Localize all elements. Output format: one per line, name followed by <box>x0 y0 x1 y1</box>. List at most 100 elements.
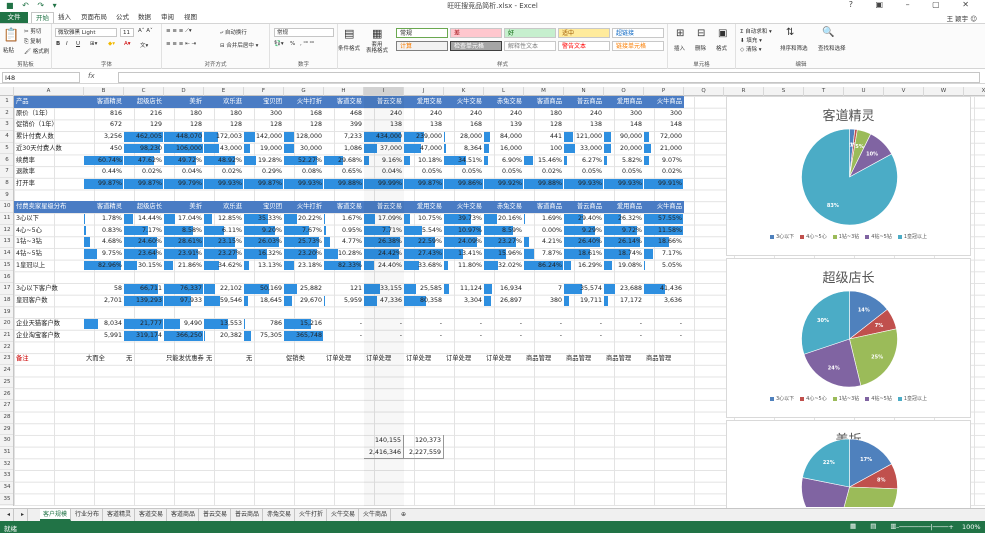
r20-cell-5[interactable]: 786 <box>244 318 284 330</box>
r10-cell-7[interactable]: 客道交易 <box>324 201 364 213</box>
r14-cell-10[interactable]: 13.41% <box>444 248 484 260</box>
format-as-table-button[interactable]: 套用 表格格式 <box>366 42 388 54</box>
number-format-select[interactable]: 常规 <box>274 28 334 37</box>
sheet-tab-0[interactable]: 客户规模 <box>40 509 72 521</box>
r7-cell-4[interactable]: 0.02% <box>204 166 244 178</box>
r14-cell-9[interactable]: 27.43% <box>404 248 444 260</box>
column-header-A[interactable]: A <box>14 87 84 96</box>
r7-cell-5[interactable]: 0.29% <box>244 166 284 178</box>
r21-cell-0[interactable]: 企业淘宝客户数 <box>14 330 84 342</box>
r12-cell-10[interactable]: 10.97% <box>444 225 484 237</box>
sheet-nav-prev[interactable]: ◂ <box>4 509 15 521</box>
paste-icon[interactable]: 📋 <box>3 28 19 43</box>
r14-cell-15[interactable]: 7.17% <box>644 248 684 260</box>
r14-cell-14[interactable]: 18.74% <box>604 248 644 260</box>
r6-cell-12[interactable]: 15.46% <box>524 155 564 167</box>
r21-cell-12[interactable]: - <box>524 330 564 342</box>
r4-cell-4[interactable]: 172,003 <box>204 131 244 143</box>
column-header-W[interactable]: W <box>924 87 964 96</box>
r1-cell-13[interactable]: 普云商品 <box>564 96 604 108</box>
r18-cell-5[interactable]: 18,645 <box>244 295 284 307</box>
conditional-format-icon[interactable]: ▤ <box>344 27 354 40</box>
r13-cell-5[interactable]: 26.03% <box>244 236 284 248</box>
formula-input[interactable] <box>118 72 980 83</box>
r20-cell-2[interactable]: 21,777 <box>124 318 164 330</box>
row-header-31[interactable]: 31 <box>0 447 13 459</box>
row-header-29[interactable]: 29 <box>0 424 13 436</box>
row-header-8[interactable]: 8 <box>0 178 13 190</box>
r13-cell-3[interactable]: 28.61% <box>164 236 204 248</box>
r4-cell-6[interactable]: 128,000 <box>284 131 324 143</box>
row-header-34[interactable]: 34 <box>0 482 13 494</box>
column-header-L[interactable]: L <box>484 87 524 96</box>
column-header-M[interactable]: M <box>524 87 564 96</box>
fill-color-icon[interactable]: ◆▾ <box>108 41 115 47</box>
tab-page-layout[interactable]: 页面布局 <box>77 12 111 23</box>
cell-style-0[interactable]: 常规 <box>396 28 448 38</box>
r7-cell-9[interactable]: 0.05% <box>404 166 444 178</box>
r2-cell-1[interactable]: 816 <box>84 108 124 120</box>
cell-style-4[interactable]: 超链接 <box>612 28 664 38</box>
row-header-35[interactable]: 35 <box>0 494 13 506</box>
r3-cell-1[interactable]: 672 <box>84 119 124 131</box>
copy-button[interactable]: ⎘ 复制 <box>24 37 41 46</box>
r2-cell-5[interactable]: 300 <box>244 108 284 120</box>
r6-cell-15[interactable]: 9.07% <box>644 155 684 167</box>
r20-cell-7[interactable]: - <box>324 318 364 330</box>
column-header-D[interactable]: D <box>164 87 204 96</box>
column-header-O[interactable]: O <box>604 87 644 96</box>
r11-cell-11[interactable]: 20.16% <box>484 213 524 225</box>
r12-cell-3[interactable]: 8.58% <box>164 225 204 237</box>
bold-button[interactable]: B <box>56 41 60 47</box>
r1-cell-7[interactable]: 客道交易 <box>324 96 364 108</box>
r4-cell-14[interactable]: 90,000 <box>604 131 644 143</box>
r8-cell-11[interactable]: 99.92% <box>484 178 524 190</box>
r15-cell-13[interactable]: 16.29% <box>564 260 604 272</box>
r15-cell-12[interactable]: 86.24% <box>524 260 564 272</box>
r5-cell-14[interactable]: 20,000 <box>604 143 644 155</box>
r21-cell-15[interactable]: - <box>644 330 684 342</box>
r14-cell-5[interactable]: 16.32% <box>244 248 284 260</box>
font-grow-icon[interactable]: A˄ A˅ <box>138 28 153 34</box>
r14-cell-0[interactable]: 4钻~5钻 <box>14 248 84 260</box>
r10-cell-9[interactable]: 爱用交易 <box>404 201 444 213</box>
clear-button[interactable]: ◇ 清除 ▾ <box>740 45 762 53</box>
r7-cell-12[interactable]: 0.02% <box>524 166 564 178</box>
column-header-S[interactable]: S <box>764 87 804 96</box>
sheet-tab-5[interactable]: 普云交易 <box>200 509 232 521</box>
r23-cell-3[interactable]: 只能发优惠券 <box>164 353 204 365</box>
r13-cell-7[interactable]: 4.77% <box>324 236 364 248</box>
r3-cell-7[interactable]: 399 <box>324 119 364 131</box>
r17-cell-7[interactable]: 121 <box>324 283 364 295</box>
cell-style-3[interactable]: 适中 <box>558 28 610 38</box>
r23-cell-7[interactable]: 订单处理 <box>324 353 364 365</box>
sheet-tab-3[interactable]: 客道交易 <box>136 509 168 521</box>
sort-filter-icon[interactable]: ⇅ <box>786 27 794 38</box>
row-header-21[interactable]: 21 <box>0 330 13 342</box>
r21-cell-13[interactable]: - <box>564 330 604 342</box>
r5-cell-0[interactable]: 近30天付费人数 <box>14 143 84 155</box>
row-header-12[interactable]: 12 <box>0 225 13 237</box>
sheet-tab-7[interactable]: 赤兔交易 <box>264 509 296 521</box>
row-header-1[interactable]: 1 <box>0 96 13 108</box>
r21-cell-7[interactable]: - <box>324 330 364 342</box>
r8-cell-10[interactable]: 99.86% <box>444 178 484 190</box>
currency-icon[interactable]: 💱▾ <box>274 41 284 47</box>
r13-cell-0[interactable]: 1钻~3钻 <box>14 236 84 248</box>
delete-cells-button[interactable]: 删除 <box>695 44 706 52</box>
r14-cell-6[interactable]: 23.20% <box>284 248 324 260</box>
r20-cell-15[interactable]: - <box>644 318 684 330</box>
r18-cell-7[interactable]: 5,959 <box>324 295 364 307</box>
row-header-30[interactable]: 30 <box>0 435 13 447</box>
sheet-tab-10[interactable]: 火牛商品 <box>360 509 392 521</box>
r8-cell-2[interactable]: 99.87% <box>124 178 164 190</box>
r12-cell-7[interactable]: 0.95% <box>324 225 364 237</box>
r5-cell-3[interactable]: 106,000 <box>164 143 204 155</box>
r17-cell-12[interactable]: 7 <box>524 283 564 295</box>
r8-cell-13[interactable]: 99.93% <box>564 178 604 190</box>
r3-cell-14[interactable]: 148 <box>604 119 644 131</box>
r4-cell-0[interactable]: 累计付费人数 <box>14 131 84 143</box>
r8-cell-14[interactable]: 99.93% <box>604 178 644 190</box>
r7-cell-11[interactable]: 0.05% <box>484 166 524 178</box>
tab-insert[interactable]: 插入 <box>54 12 75 23</box>
